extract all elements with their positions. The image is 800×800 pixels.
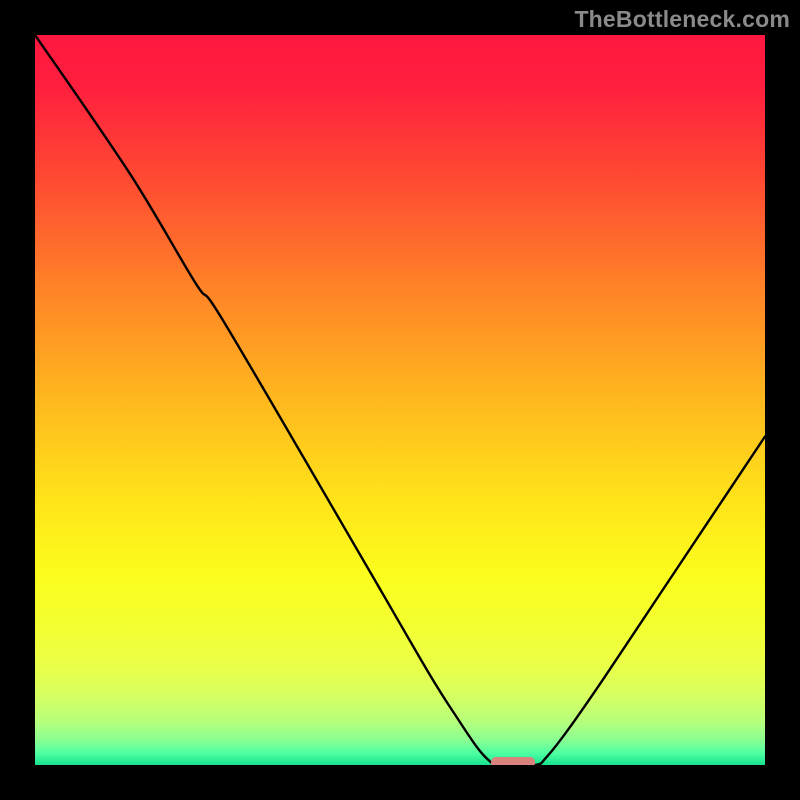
watermark-text: TheBottleneck.com bbox=[574, 6, 790, 33]
plot-area bbox=[35, 35, 765, 765]
optimal-range-marker bbox=[491, 757, 535, 765]
chart-frame: TheBottleneck.com bbox=[0, 0, 800, 800]
background-gradient bbox=[35, 35, 765, 765]
